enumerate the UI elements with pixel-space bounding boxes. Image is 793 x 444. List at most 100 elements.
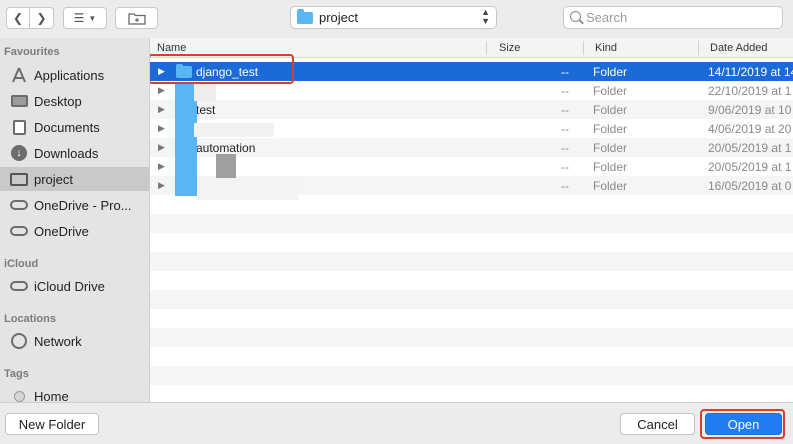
column-header-date-added[interactable]: Date Added — [710, 42, 768, 54]
redacted-region — [194, 83, 216, 101]
empty-row — [150, 271, 793, 290]
row-kind: Folder — [593, 160, 628, 174]
new-folder-button[interactable]: New Folder — [5, 413, 99, 435]
row-size: -- — [561, 179, 569, 193]
column-header-size[interactable]: Size — [499, 42, 520, 54]
sidebar-item-onedrive-pro[interactable]: OneDrive - Pro... — [0, 193, 149, 217]
sidebar-item-label: iCloud Drive — [34, 278, 105, 294]
view-options-button[interactable]: ☰ ▼ — [63, 7, 107, 29]
sidebar-section-icloud: iCloud — [4, 258, 39, 270]
row-size: -- — [561, 160, 569, 174]
sidebar-item-applications[interactable]: Applications — [0, 63, 149, 87]
empty-row — [150, 290, 793, 309]
sidebar-section-locations: Locations — [4, 313, 56, 325]
row-name: django_test — [196, 65, 259, 79]
sidebar-item-project[interactable]: project — [0, 167, 149, 191]
column-divider[interactable] — [698, 41, 699, 55]
sidebar-item-network[interactable]: Network — [0, 329, 149, 353]
row-name: test — [196, 103, 216, 117]
row-kind: Folder — [593, 179, 628, 193]
empty-row — [150, 214, 793, 233]
location-dropdown[interactable]: project ▲ ▼ — [290, 6, 497, 29]
sidebar-item-onedrive[interactable]: OneDrive — [0, 219, 149, 243]
table-row[interactable]: ▶ -- Folder 22/10/2019 at 1 — [150, 81, 793, 100]
redacted-region — [194, 123, 274, 137]
folder-icon — [176, 64, 192, 78]
disclosure-triangle-icon[interactable]: ▶ — [158, 104, 165, 115]
sidebar-item-label: OneDrive — [34, 223, 89, 239]
disclosure-triangle-icon[interactable]: ▶ — [158, 123, 165, 134]
search-icon — [570, 11, 581, 22]
toolbar: ❮ ❯ ☰ ▼ project ▲ ▼ Search — [0, 0, 793, 38]
row-size: -- — [561, 141, 569, 155]
sidebar: Favourites Applications Desktop Document… — [0, 38, 150, 404]
new-folder-toolbar-button[interactable] — [115, 7, 158, 29]
row-date: 14/11/2019 at 14 — [708, 65, 793, 79]
sidebar-item-label: Documents — [34, 119, 100, 135]
sidebar-item-downloads[interactable]: ↓ Downloads — [0, 141, 149, 165]
disclosure-triangle-icon[interactable]: ▶ — [158, 66, 165, 77]
column-divider[interactable] — [486, 41, 487, 55]
row-kind: Folder — [593, 103, 628, 117]
table-row[interactable]: ▶ -- Folder 20/05/2019 at 1 — [150, 157, 793, 176]
row-date: 20/05/2019 at 1 — [708, 141, 792, 155]
column-header-row: Name Size Kind Date Added — [150, 38, 793, 58]
row-size: -- — [561, 122, 569, 136]
search-field[interactable]: Search — [563, 6, 783, 29]
sidebar-item-documents[interactable]: Documents — [0, 115, 149, 139]
open-button[interactable]: Open — [705, 413, 782, 435]
sidebar-item-label: Network — [34, 333, 82, 349]
row-date: 20/05/2019 at 1 — [708, 160, 792, 174]
forward-button[interactable]: ❯ — [30, 7, 54, 29]
documents-icon — [10, 119, 28, 135]
folder-icon — [10, 171, 28, 187]
cloud-icon — [10, 197, 28, 213]
chevron-right-icon: ❯ — [36, 11, 47, 25]
sidebar-section-favourites: Favourites — [4, 46, 60, 58]
row-date: 16/05/2019 at 0 — [708, 179, 792, 193]
redacted-region — [198, 178, 298, 200]
folder-icon — [297, 8, 313, 24]
row-kind: Folder — [593, 122, 628, 136]
table-row[interactable]: ▶ test -- Folder 9/06/2019 at 10 — [150, 100, 793, 119]
search-placeholder: Search — [586, 10, 628, 25]
disclosure-triangle-icon[interactable]: ▶ — [158, 85, 165, 96]
empty-row — [150, 328, 793, 347]
up-down-chevron-icon: ▲ ▼ — [481, 7, 490, 26]
sidebar-item-desktop[interactable]: Desktop — [0, 89, 149, 113]
applications-icon — [10, 67, 28, 83]
column-header-name[interactable]: Name — [157, 42, 186, 54]
table-row[interactable]: ▶ automation -- Folder 20/05/2019 at 1 — [150, 138, 793, 157]
column-header-kind[interactable]: Kind — [595, 42, 617, 54]
bottom-bar: New Folder Cancel Open — [0, 402, 793, 444]
row-kind: Folder — [593, 65, 628, 79]
back-button[interactable]: ❮ — [6, 7, 30, 29]
row-date: 9/06/2019 at 10 — [708, 103, 792, 117]
cloud-icon — [10, 223, 28, 239]
empty-row — [150, 309, 793, 328]
sidebar-section-tags: Tags — [4, 368, 29, 380]
sidebar-item-label: OneDrive - Pro... — [34, 197, 132, 213]
table-row[interactable]: ▶ django_test -- Folder 14/11/2019 at 14 — [150, 62, 793, 81]
network-icon — [10, 333, 28, 349]
list-view-icon: ☰ — [73, 11, 85, 25]
desktop-icon — [10, 93, 28, 109]
location-label: project — [319, 10, 359, 25]
disclosure-triangle-icon[interactable]: ▶ — [158, 180, 165, 191]
sidebar-item-label: Applications — [34, 67, 105, 83]
row-kind: Folder — [593, 141, 628, 155]
row-name: automation — [196, 141, 256, 155]
new-folder-icon — [127, 12, 146, 25]
disclosure-triangle-icon[interactable]: ▶ — [158, 142, 165, 153]
disclosure-triangle-icon[interactable]: ▶ — [158, 161, 165, 172]
empty-row — [150, 385, 793, 402]
empty-row — [150, 252, 793, 271]
cancel-button[interactable]: Cancel — [620, 413, 695, 435]
column-divider[interactable] — [583, 41, 584, 55]
empty-row — [150, 366, 793, 385]
empty-row — [150, 347, 793, 366]
row-size: -- — [561, 103, 569, 117]
chevron-down-icon: ▼ — [88, 13, 97, 23]
row-date: 4/06/2019 at 20 — [708, 122, 792, 136]
sidebar-item-icloud-drive[interactable]: iCloud Drive — [0, 274, 149, 298]
